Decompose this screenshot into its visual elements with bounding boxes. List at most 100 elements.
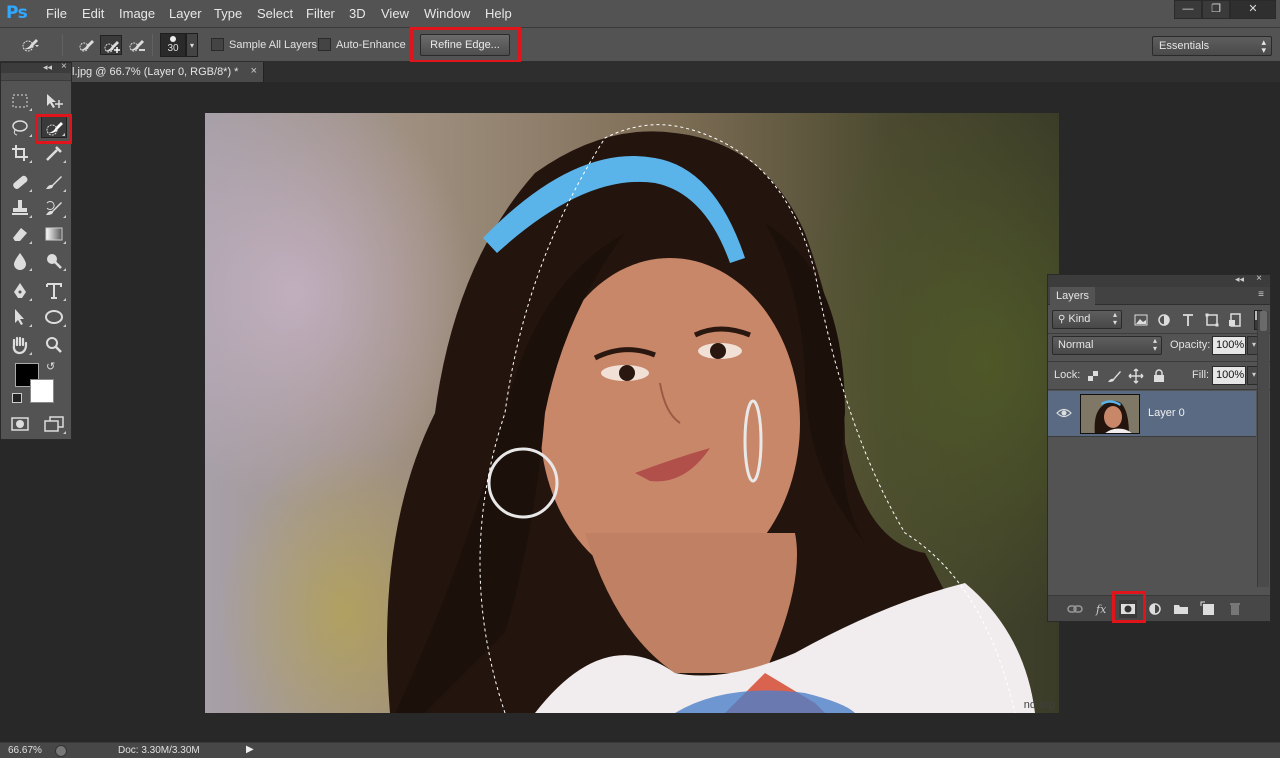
layer-row[interactable]: Layer 0 bbox=[1048, 391, 1256, 437]
menu-window[interactable]: Window bbox=[424, 6, 470, 21]
blur-tool[interactable] bbox=[7, 250, 33, 272]
filter-smart-object-button[interactable] bbox=[1226, 311, 1244, 329]
menu-type[interactable]: Type bbox=[214, 6, 242, 21]
new-layer-button[interactable] bbox=[1199, 600, 1217, 618]
clone-stamp-tool[interactable] bbox=[7, 197, 33, 219]
layer-name[interactable]: Layer 0 bbox=[1148, 407, 1185, 419]
thumbnail-image bbox=[1081, 395, 1139, 433]
menu-image[interactable]: Image bbox=[119, 6, 155, 21]
document-tab-bar: l.jpg @ 66.7% (Layer 0, RGB/8*) * × bbox=[0, 62, 1280, 82]
menu-layer[interactable]: Layer bbox=[169, 6, 202, 21]
filter-kind-select[interactable]: ⚲ Kind ▴ ▾ bbox=[1052, 310, 1122, 329]
delete-layer-button[interactable] bbox=[1226, 600, 1244, 618]
document-tab[interactable]: l.jpg @ 66.7% (Layer 0, RGB/8*) * × bbox=[66, 62, 264, 82]
close-window-button[interactable]: ✕ bbox=[1230, 0, 1276, 19]
eyedropper-tool[interactable] bbox=[41, 142, 67, 164]
history-brush-tool[interactable] bbox=[41, 197, 67, 219]
sample-all-layers-checkbox[interactable] bbox=[211, 38, 224, 51]
document-canvas-photo[interactable]: nd.org bbox=[205, 113, 1059, 713]
tools-panel-header[interactable]: ◂◂ × bbox=[1, 61, 71, 73]
lock-position-button[interactable] bbox=[1127, 367, 1145, 385]
tool-preset-picker[interactable] bbox=[20, 35, 42, 55]
filter-shape-button[interactable] bbox=[1203, 311, 1221, 329]
type-tool[interactable] bbox=[41, 280, 67, 302]
filter-type-button[interactable] bbox=[1179, 311, 1197, 329]
panel-menu-icon[interactable]: ≡ bbox=[1258, 289, 1264, 300]
minimize-button[interactable]: — bbox=[1174, 0, 1202, 19]
quick-mask-icon bbox=[11, 417, 29, 431]
auto-enhance-checkbox[interactable] bbox=[318, 38, 331, 51]
fill-input[interactable]: 100% bbox=[1212, 366, 1246, 385]
hand-tool[interactable] bbox=[7, 334, 33, 356]
background-color-swatch[interactable] bbox=[30, 379, 54, 403]
lasso-tool[interactable] bbox=[7, 116, 33, 138]
zoom-level[interactable]: 66.67% bbox=[8, 745, 42, 756]
menu-help[interactable]: Help bbox=[485, 6, 512, 21]
workspace-switcher[interactable]: Essentials ▴ ▾ bbox=[1152, 36, 1272, 56]
lock-transparent-button[interactable] bbox=[1084, 367, 1102, 385]
lock-pixels-button[interactable] bbox=[1105, 367, 1123, 385]
zoom-tool[interactable] bbox=[41, 334, 67, 356]
close-icon[interactable]: × bbox=[1256, 273, 1262, 284]
tools-panel-grip[interactable] bbox=[1, 73, 71, 81]
collapse-icon[interactable]: ◂◂ bbox=[43, 62, 52, 73]
photoshop-logo: Ps bbox=[6, 3, 28, 23]
subtract-from-selection-button[interactable] bbox=[126, 35, 148, 55]
path-selection-tool[interactable] bbox=[7, 306, 33, 328]
menu-filter[interactable]: Filter bbox=[306, 6, 335, 21]
layers-panel-header[interactable]: ◂◂ × bbox=[1048, 273, 1270, 287]
filter-adjustment-button[interactable] bbox=[1155, 311, 1173, 329]
document-size-info: Doc: 3.30M/3.30M bbox=[118, 745, 200, 756]
gradient-tool[interactable] bbox=[41, 223, 67, 245]
lock-all-button[interactable] bbox=[1150, 367, 1168, 385]
sample-all-layers-label: Sample All Layers bbox=[229, 39, 318, 51]
tab-layers[interactable]: Layers bbox=[1050, 287, 1096, 305]
screen-mode-button[interactable] bbox=[41, 413, 67, 435]
status-menu-arrow-icon[interactable]: ▶ bbox=[246, 744, 254, 755]
brush-size-picker[interactable]: 30 bbox=[160, 33, 186, 57]
move-tool[interactable] bbox=[41, 90, 67, 112]
dodge-tool[interactable] bbox=[41, 250, 67, 272]
eye-icon[interactable] bbox=[1056, 405, 1072, 421]
adjustment-layer-button[interactable] bbox=[1147, 600, 1165, 618]
opacity-input[interactable]: 100% bbox=[1212, 336, 1246, 355]
shape-tool[interactable] bbox=[41, 306, 67, 328]
layer-style-button[interactable]: fx bbox=[1094, 600, 1112, 618]
new-selection-button[interactable] bbox=[76, 35, 98, 55]
new-group-button[interactable] bbox=[1172, 600, 1190, 618]
pen-tool[interactable] bbox=[7, 280, 33, 302]
healing-brush-tool[interactable] bbox=[7, 171, 33, 193]
brush-tool[interactable] bbox=[41, 171, 67, 193]
blend-mode-label: Normal bbox=[1058, 339, 1094, 351]
menu-file[interactable]: File bbox=[46, 6, 67, 21]
eraser-tool[interactable] bbox=[7, 223, 33, 245]
swap-colors-icon[interactable]: ↺ bbox=[46, 360, 55, 373]
document-tab-title: l.jpg @ 66.7% (Layer 0, RGB/8*) * bbox=[72, 66, 239, 78]
updown-arrows-icon: ▴ ▾ bbox=[1112, 310, 1117, 327]
close-icon[interactable]: × bbox=[61, 61, 67, 72]
brush-size-dropdown[interactable]: ▾ bbox=[186, 33, 198, 57]
collapse-icon[interactable]: ◂◂ bbox=[1235, 274, 1244, 285]
default-colors-icon[interactable] bbox=[12, 393, 22, 403]
status-info-icon[interactable] bbox=[55, 745, 67, 757]
fill-label: Fill: bbox=[1192, 369, 1210, 381]
filter-pixel-button[interactable] bbox=[1132, 311, 1150, 329]
restore-button[interactable]: ❐ bbox=[1202, 0, 1230, 19]
quick-selection-icon bbox=[22, 39, 39, 52]
menu-select[interactable]: Select bbox=[257, 6, 293, 21]
blend-mode-select[interactable]: Normal ▴ ▾ bbox=[1052, 336, 1162, 355]
close-tab-icon[interactable]: × bbox=[251, 65, 257, 77]
menu-3d[interactable]: 3D bbox=[349, 6, 366, 21]
marquee-tool[interactable] bbox=[7, 90, 33, 112]
layers-scrollbar[interactable] bbox=[1257, 311, 1269, 587]
add-to-selection-button[interactable] bbox=[100, 35, 122, 55]
link-layers-button[interactable] bbox=[1066, 600, 1084, 618]
crop-tool[interactable] bbox=[7, 142, 33, 164]
menu-view[interactable]: View bbox=[381, 6, 409, 21]
watermark-text: nd.org bbox=[1023, 699, 1055, 711]
quick-mask-button[interactable] bbox=[7, 413, 33, 435]
layer-thumbnail[interactable] bbox=[1080, 394, 1140, 434]
portrait-photo bbox=[387, 124, 1035, 713]
menu-edit[interactable]: Edit bbox=[82, 6, 104, 21]
highlight-quick-selection bbox=[35, 114, 72, 144]
